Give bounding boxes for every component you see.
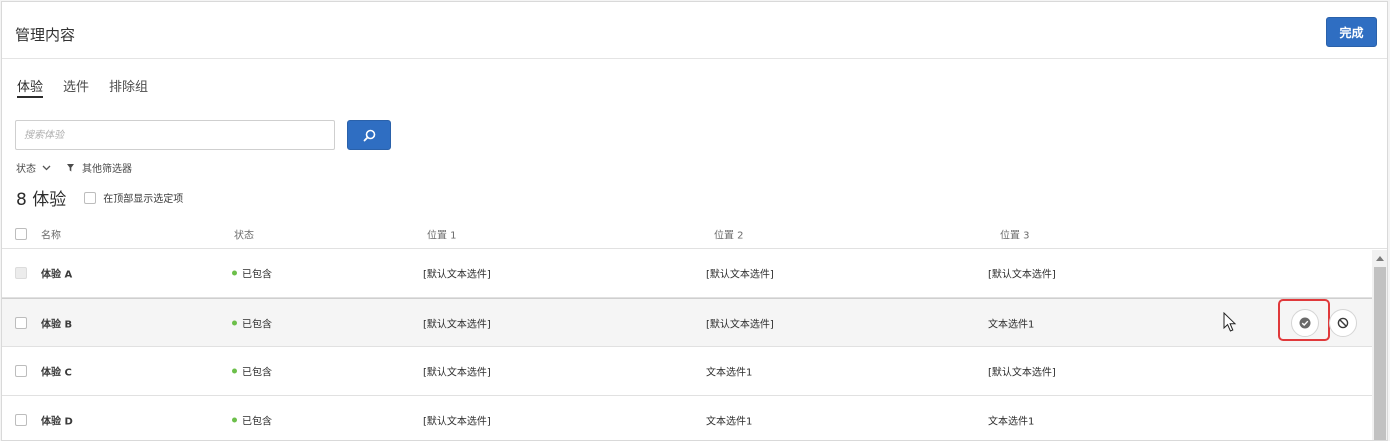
scroll-thumb[interactable] bbox=[1374, 267, 1386, 440]
chevron-down-icon bbox=[42, 165, 51, 170]
column-header-location-1[interactable]: 位置 1 bbox=[427, 227, 457, 242]
status-filter-label: 状态 bbox=[16, 164, 36, 175]
other-filters-button[interactable]: 其他筛选器 bbox=[67, 160, 132, 175]
experience-name: 体验 C bbox=[41, 367, 72, 379]
status-cell: 已包含 bbox=[232, 315, 272, 330]
filter-icon bbox=[67, 163, 74, 171]
check-circle-icon bbox=[1299, 317, 1311, 329]
column-header-location-3[interactable]: 位置 3 bbox=[1000, 227, 1030, 242]
status-included-dot bbox=[232, 320, 237, 325]
row-checkbox[interactable] bbox=[15, 414, 27, 426]
experience-count: 8 体验 bbox=[16, 190, 67, 210]
column-header-name[interactable]: 名称 bbox=[41, 227, 61, 242]
summary-row: 8 体验 在顶部显示选定项 bbox=[16, 185, 183, 210]
tab-offers[interactable]: 选件 bbox=[63, 76, 89, 98]
mouse-cursor-icon bbox=[1223, 312, 1237, 332]
include-button[interactable] bbox=[1291, 309, 1319, 337]
exclude-button[interactable] bbox=[1329, 309, 1357, 337]
status-cell: 已包含 bbox=[232, 266, 272, 281]
status-included-dot bbox=[232, 417, 237, 423]
tab-bar: 体验 选件 排除组 bbox=[17, 76, 148, 98]
block-icon bbox=[1337, 317, 1349, 329]
column-header-location-2[interactable]: 位置 2 bbox=[714, 227, 744, 242]
column-header-status[interactable]: 状态 bbox=[234, 227, 254, 242]
other-filters-label: 其他筛选器 bbox=[82, 164, 132, 175]
dialog-header: 管理内容 完成 bbox=[2, 2, 1387, 59]
experience-name: 体验 A bbox=[41, 269, 73, 281]
table-row[interactable]: 体验 C 已包含 [默认文本选件] 文本选件1 [默认文本选件] bbox=[2, 347, 1372, 396]
show-selected-top-toggle[interactable]: 在顶部显示选定项 bbox=[84, 190, 183, 205]
table-row[interactable]: 体验 D 已包含 [默认文本选件] 文本选件1 文本选件1 bbox=[2, 396, 1372, 440]
location-3-value: [默认文本选件] bbox=[988, 269, 1056, 281]
status-cell: 已包含 bbox=[232, 364, 272, 379]
location-2-value: 文本选件1 bbox=[706, 416, 753, 428]
row-checkbox bbox=[15, 267, 27, 279]
row-checkbox[interactable] bbox=[15, 365, 27, 377]
experience-name: 体验 D bbox=[41, 416, 73, 428]
location-1-value: [默认文本选件] bbox=[423, 319, 491, 330]
status-included-dot bbox=[232, 270, 237, 276]
search-input[interactable] bbox=[15, 120, 335, 150]
location-2-value: 文本选件1 bbox=[706, 367, 753, 379]
show-selected-top-checkbox[interactable] bbox=[84, 191, 97, 204]
location-1-value: [默认文本选件] bbox=[423, 367, 491, 379]
manage-content-dialog: 管理内容 完成 体验 选件 排除组 状态 其他筛选器 8 体验 bbox=[1, 1, 1388, 441]
location-1-value: [默认文本选件] bbox=[423, 269, 491, 281]
location-3-value: 文本选件1 bbox=[988, 416, 1035, 428]
status-label: 已包含 bbox=[242, 319, 272, 330]
experience-name: 体验 B bbox=[41, 319, 73, 330]
location-1-value: [默认文本选件] bbox=[423, 416, 491, 428]
caret-up-icon bbox=[1376, 255, 1384, 261]
status-cell: 已包含 bbox=[232, 413, 272, 428]
show-selected-top-label: 在顶部显示选定项 bbox=[103, 194, 184, 205]
status-label: 已包含 bbox=[242, 269, 272, 281]
search-button[interactable] bbox=[347, 120, 391, 150]
scroll-up-arrow[interactable] bbox=[1372, 250, 1387, 266]
table-scrollbar[interactable] bbox=[1372, 250, 1387, 440]
done-button[interactable]: 完成 bbox=[1326, 17, 1377, 47]
tab-exclusion-groups[interactable]: 排除组 bbox=[109, 76, 148, 98]
filter-bar: 状态 其他筛选器 bbox=[16, 160, 132, 175]
status-filter-dropdown[interactable]: 状态 bbox=[16, 160, 51, 175]
dialog-title: 管理内容 bbox=[15, 26, 76, 44]
location-2-value: [默认文本选件] bbox=[706, 269, 774, 281]
status-included-dot bbox=[232, 368, 237, 374]
table-row[interactable]: 体验 A 已包含 [默认文本选件] [默认文本选件] [默认文本选件] bbox=[2, 249, 1372, 298]
table-header: 名称 状态 位置 1 位置 2 位置 3 bbox=[2, 220, 1387, 249]
table-row[interactable]: 体验 B 已包含 [默认文本选件] [默认文本选件] 文本选件1 bbox=[2, 298, 1372, 347]
tab-experiences[interactable]: 体验 bbox=[17, 76, 44, 98]
status-label: 已包含 bbox=[242, 416, 272, 428]
location-3-value: 文本选件1 bbox=[988, 319, 1035, 330]
search-icon bbox=[363, 129, 375, 141]
select-all-checkbox[interactable] bbox=[15, 228, 27, 240]
row-checkbox[interactable] bbox=[15, 316, 27, 329]
location-2-value: [默认文本选件] bbox=[706, 319, 774, 330]
location-3-value: [默认文本选件] bbox=[988, 367, 1056, 379]
status-label: 已包含 bbox=[242, 367, 272, 379]
